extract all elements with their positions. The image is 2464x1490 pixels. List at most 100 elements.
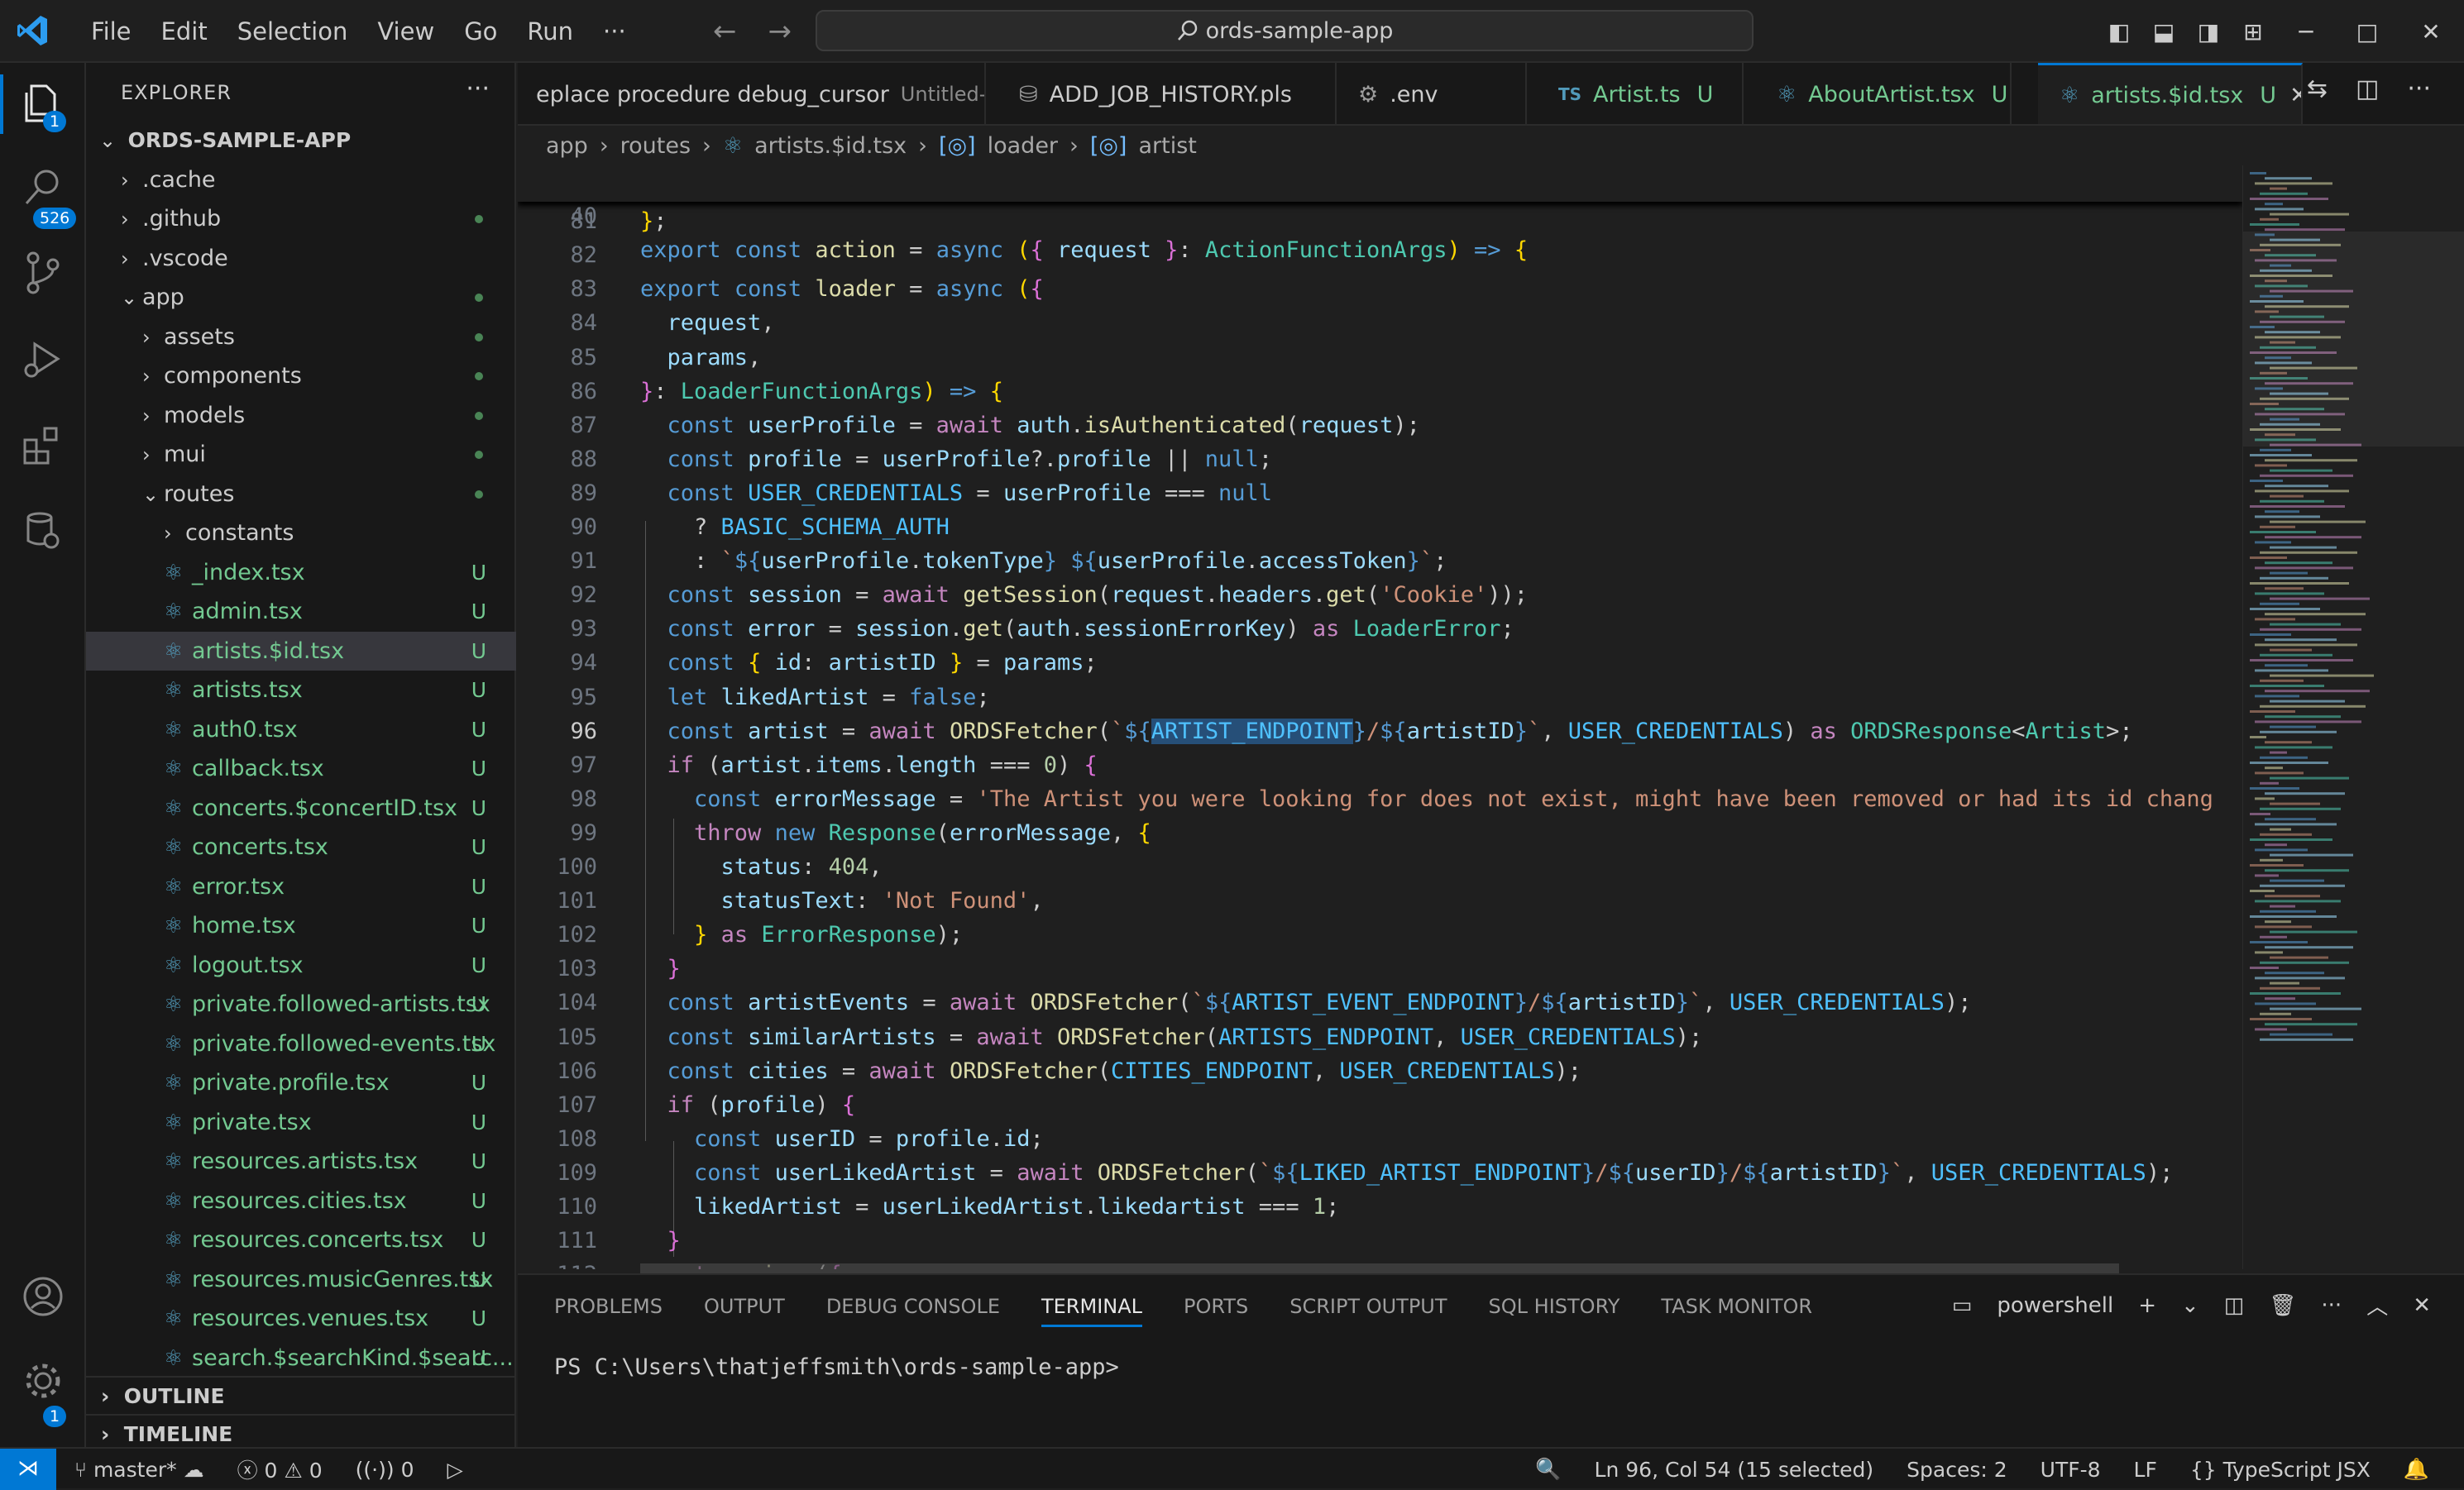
file-item[interactable]: ⚛ home.tsx U <box>86 906 516 946</box>
file-item[interactable]: ⚛ resources.concerts.tsx U <box>86 1220 516 1260</box>
chevron-down-icon[interactable]: ⌄ <box>2181 1293 2199 1318</box>
file-item[interactable]: ⚛ resources.cities.tsx U <box>86 1182 516 1221</box>
sticky-scroll-line[interactable]: 40 export const action = async ({ reques… <box>518 165 2242 263</box>
panel-tab-terminal[interactable]: TERMINAL <box>1041 1295 1143 1327</box>
back-arrow-icon[interactable]: ← <box>713 15 737 48</box>
code-line[interactable]: 89 const USER_CREDENTIALS = userProfile … <box>518 476 2242 510</box>
source-control-icon[interactable] <box>20 250 66 296</box>
menu-go[interactable]: Go <box>449 17 512 45</box>
zoom-icon[interactable]: 🔍 <box>1535 1457 1561 1482</box>
file-item[interactable]: ⚛ private.profile.tsx U <box>86 1063 516 1103</box>
menu-file[interactable]: File <box>76 17 146 45</box>
remote-icon[interactable]: ⋊ <box>0 1449 56 1490</box>
editor-tab[interactable]: ⚙ .env <box>1337 63 1527 124</box>
close-panel-icon[interactable]: ✕ <box>2413 1293 2431 1318</box>
editor-tab[interactable]: ⚛ artists.$id.tsx U ✕ <box>2038 63 2303 124</box>
panel-tab-problems[interactable]: PROBLEMS <box>554 1295 663 1327</box>
toggle-panel-icon[interactable]: ⬓ <box>2141 18 2186 45</box>
code-line[interactable]: 98 const errorMessage = 'The Artist you … <box>518 782 2242 816</box>
workspace-root[interactable]: ⌄ ORDS-SAMPLE-APP <box>86 121 516 160</box>
folder-item[interactable]: › models <box>86 396 516 436</box>
code-line[interactable]: 107 if (profile) { <box>518 1088 2242 1122</box>
branch-status[interactable]: ⑂ master* ☁ <box>74 1458 204 1482</box>
maximize-panel-icon[interactable]: ︿ <box>2366 1290 2388 1320</box>
code-editor[interactable]: 40 export const action = async ({ reques… <box>518 165 2242 1269</box>
panel-tab-debug-console[interactable]: DEBUG CONSOLE <box>826 1295 1000 1327</box>
file-item[interactable]: ⚛ logout.tsx U <box>86 946 516 986</box>
file-item[interactable]: ⚛ concerts.tsx U <box>86 828 516 867</box>
file-item[interactable]: ⚛ callback.tsx U <box>86 749 516 789</box>
code-line[interactable]: 103 } <box>518 952 2242 986</box>
more-actions-icon[interactable]: ··· <box>2321 1293 2342 1318</box>
code-line[interactable]: 110 likedArtist = userLikedArtist.likeda… <box>518 1190 2242 1224</box>
file-item[interactable]: ⚛ concerts.$concertID.tsx U <box>86 789 516 829</box>
folder-item[interactable]: › components <box>86 356 516 396</box>
breadcrumb-item[interactable]: artist <box>1138 133 1196 159</box>
cursor-position[interactable]: Ln 96, Col 54 (15 selected) <box>1595 1458 1874 1482</box>
panel-tab-sql-history[interactable]: SQL HISTORY <box>1489 1295 1620 1327</box>
file-item[interactable]: ⚛ _index.tsx U <box>86 553 516 593</box>
file-item[interactable]: ⚛ resources.musicGenres.tsx U <box>86 1260 516 1300</box>
folder-item[interactable]: › .github <box>86 199 516 239</box>
folder-item[interactable]: › mui <box>86 435 516 475</box>
file-item[interactable]: ⚛ private.tsx U <box>86 1103 516 1143</box>
code-line[interactable]: 97 if (artist.items.length === 0) { <box>518 748 2242 782</box>
code-line[interactable]: 90 ? BASIC_SCHEMA_AUTH <box>518 510 2242 544</box>
close-tab-icon[interactable]: ✕ <box>2289 83 2301 108</box>
file-item[interactable]: ⚛ search.$searchKind.$searc... U <box>86 1339 516 1378</box>
file-item[interactable]: ⚛ resources.venues.tsx U <box>86 1299 516 1339</box>
code-line[interactable]: 93 const error = session.get(auth.sessio… <box>518 612 2242 646</box>
code-line[interactable]: 106 const cities = await ORDSFetcher(CIT… <box>518 1054 2242 1088</box>
code-line[interactable]: 85 params, <box>518 341 2242 375</box>
maximize-icon[interactable]: □ <box>2337 18 2398 45</box>
language-mode[interactable]: {} TypeScript JSX <box>2190 1458 2371 1482</box>
code-line[interactable]: 84 request, <box>518 306 2242 340</box>
panel-tab-ports[interactable]: PORTS <box>1184 1295 1248 1327</box>
more-actions-icon[interactable]: ··· <box>466 74 490 103</box>
ports-status[interactable]: ((·)) 0 <box>356 1458 414 1482</box>
breadcrumb-item[interactable]: loader <box>988 133 1058 159</box>
editor-tab[interactable]: ⚛ AboutArtist.tsx U <box>1755 63 2012 124</box>
manage-gear-icon[interactable] <box>20 1358 66 1404</box>
code-line[interactable]: 104 const artistEvents = await ORDSFetch… <box>518 986 2242 1020</box>
accounts-icon[interactable] <box>20 1273 66 1320</box>
search-view-icon[interactable] <box>20 164 66 210</box>
panel-tab-task-monitor[interactable]: TASK MONITOR <box>1661 1295 1812 1327</box>
panel-tab-output[interactable]: OUTPUT <box>704 1295 785 1327</box>
file-item[interactable]: ⚛ private.followed-artists.tsx U <box>86 985 516 1024</box>
code-line[interactable]: 102 } as ErrorResponse); <box>518 918 2242 952</box>
file-item[interactable]: ⚛ admin.tsx U <box>86 592 516 632</box>
folder-item[interactable]: ⌄ routes <box>86 475 516 514</box>
code-line[interactable]: 105 const similarArtists = await ORDSFet… <box>518 1020 2242 1054</box>
code-line[interactable]: 94 const { id: artistID } = params; <box>518 646 2242 680</box>
menu-edit[interactable]: Edit <box>146 17 222 45</box>
command-center-search[interactable]: ords-sample-app <box>816 10 1754 51</box>
file-item[interactable]: ⚛ artists.tsx U <box>86 671 516 710</box>
toggle-secondary-sidebar-icon[interactable]: ◨ <box>2186 18 2231 45</box>
editor-tab[interactable]: ⛁ ADD_JOB_HISTORY.pls <box>998 63 1337 124</box>
toggle-primary-sidebar-icon[interactable]: ◧ <box>2097 18 2141 45</box>
breadcrumb-item[interactable]: app <box>546 133 588 159</box>
code-line[interactable]: 101 statusText: 'Not Found', <box>518 884 2242 918</box>
code-line[interactable]: 100 status: 404, <box>518 850 2242 884</box>
customize-layout-icon[interactable]: ⊞ <box>2231 18 2275 45</box>
sql-developer-icon[interactable] <box>20 508 66 554</box>
code-line[interactable]: 88 const profile = userProfile?.profile … <box>518 442 2242 476</box>
code-line[interactable]: 91 : `${userProfile.tokenType} ${userPro… <box>518 544 2242 578</box>
split-terminal-icon[interactable]: ◫ <box>2224 1293 2245 1318</box>
file-item[interactable]: ⚛ artists.$id.tsx U <box>86 631 516 671</box>
code-line[interactable]: 99 throw new Response(errorMessage, { <box>518 816 2242 850</box>
breadcrumb-item[interactable]: routes <box>620 133 691 159</box>
folder-item[interactable]: › .cache <box>86 160 516 200</box>
outline-section[interactable]: › OUTLINE <box>86 1376 516 1414</box>
terminal-shell-name[interactable]: powershell <box>1997 1293 2113 1318</box>
menu-selection[interactable]: Selection <box>222 17 363 45</box>
code-line[interactable]: 109 const userLikedArtist = await ORDSFe… <box>518 1156 2242 1190</box>
menu-more[interactable]: ··· <box>588 17 641 45</box>
panel-tab-script-output[interactable]: SCRIPT OUTPUT <box>1289 1295 1447 1327</box>
problems-status[interactable]: ⓧ 0 ⚠ 0 <box>237 1454 323 1484</box>
editor-tab[interactable]: TS Artist.ts U <box>1537 63 1744 124</box>
menu-view[interactable]: View <box>362 17 449 45</box>
folder-item[interactable]: › constants <box>86 513 516 553</box>
terminal-prompt[interactable]: PS C:\Users\thatjeffsmith\ords-sample-ap… <box>554 1354 1119 1380</box>
